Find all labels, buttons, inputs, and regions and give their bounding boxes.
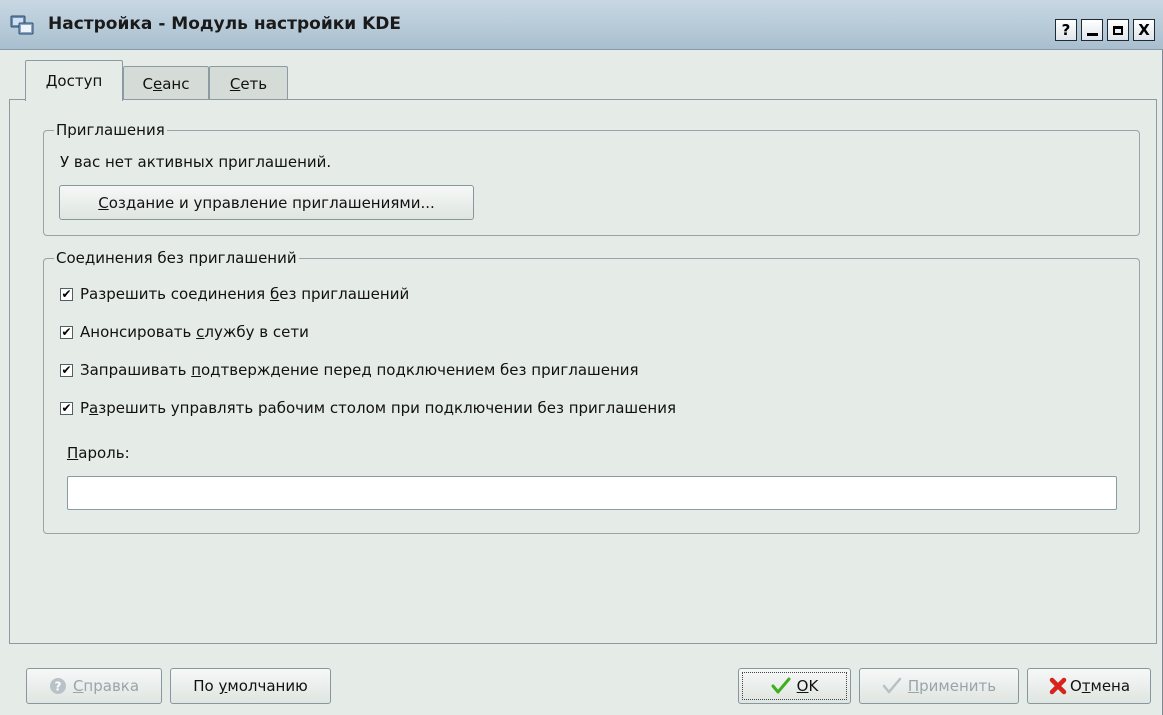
- app-icon: [10, 15, 34, 35]
- ok-button[interactable]: OK: [738, 668, 851, 704]
- allow-uninvited-checkbox[interactable]: ✔: [60, 287, 73, 301]
- password-input[interactable]: [67, 476, 1117, 510]
- tab-access[interactable]: Доступ: [25, 60, 123, 101]
- tab-session-label: Сеанс: [142, 74, 190, 93]
- manage-invitations-label: Создание и управление приглашениями...: [98, 193, 435, 212]
- apply-check-icon: [882, 677, 902, 695]
- help-title-button[interactable]: ?: [1055, 19, 1077, 41]
- cancel-x-icon: [1048, 676, 1068, 696]
- defaults-button[interactable]: По умолчанию: [170, 668, 331, 704]
- close-button[interactable]: X: [1133, 19, 1155, 41]
- tab-panel-access: Приглашения У вас нет активных приглашен…: [9, 99, 1157, 644]
- window-title: Настройка - Модуль настройки KDE: [48, 14, 401, 34]
- tab-network-label: Сеть: [229, 74, 268, 93]
- help-button-label: Справка: [72, 677, 140, 695]
- help-button[interactable]: ? Справка: [26, 668, 162, 704]
- confirm-connection-option[interactable]: ✔ Запрашивать подтверждение перед подклю…: [60, 360, 639, 380]
- confirm-connection-checkbox[interactable]: ✔: [60, 363, 73, 377]
- no-invitations-text: У вас нет активных приглашений.: [60, 153, 332, 171]
- announce-service-label: Анонсировать службу в сети: [80, 323, 309, 341]
- tab-network[interactable]: Сеть: [209, 66, 288, 100]
- uninvited-group-title: Соединения без приглашений: [54, 249, 299, 267]
- title-bar[interactable]: Настройка - Модуль настройки KDE ? X: [0, 0, 1163, 50]
- cancel-button[interactable]: Отмена: [1027, 668, 1151, 704]
- settings-window: Настройка - Модуль настройки KDE ? X Дос…: [0, 0, 1163, 715]
- allow-desktop-control-label: Разрешить управлять рабочим столом при п…: [80, 399, 676, 417]
- allow-uninvited-option[interactable]: ✔ Разрешить соединения без приглашений: [60, 284, 409, 304]
- tab-session[interactable]: Сеанс: [123, 66, 209, 100]
- allow-uninvited-label: Разрешить соединения без приглашений: [80, 285, 410, 303]
- apply-button[interactable]: Применить: [859, 668, 1019, 704]
- password-label: Пароль:: [67, 444, 130, 462]
- check-icon: [771, 677, 791, 695]
- defaults-button-label: По умолчанию: [193, 677, 308, 695]
- svg-text:?: ?: [54, 680, 61, 694]
- minimize-button[interactable]: [1081, 19, 1103, 41]
- maximize-icon: [1113, 25, 1123, 35]
- help-icon: ?: [49, 677, 67, 695]
- announce-service-option[interactable]: ✔ Анонсировать службу в сети: [60, 322, 309, 342]
- minimize-icon: [1086, 32, 1098, 36]
- allow-desktop-control-checkbox[interactable]: ✔: [60, 401, 73, 415]
- apply-button-label: Применить: [907, 677, 997, 695]
- cancel-button-label: Отмена: [1069, 677, 1131, 695]
- maximize-button[interactable]: [1107, 19, 1129, 41]
- allow-desktop-control-option[interactable]: ✔ Разрешить управлять рабочим столом при…: [60, 398, 676, 418]
- invitations-group: Приглашения У вас нет активных приглашен…: [43, 121, 1140, 236]
- invitations-group-title: Приглашения: [54, 121, 167, 139]
- manage-invitations-button[interactable]: Создание и управление приглашениями...: [59, 185, 474, 220]
- ok-button-label: OK: [796, 677, 819, 695]
- tab-access-label: Доступ: [45, 72, 103, 90]
- confirm-connection-label: Запрашивать подтверждение перед подключе…: [80, 361, 639, 379]
- announce-service-checkbox[interactable]: ✔: [60, 325, 73, 339]
